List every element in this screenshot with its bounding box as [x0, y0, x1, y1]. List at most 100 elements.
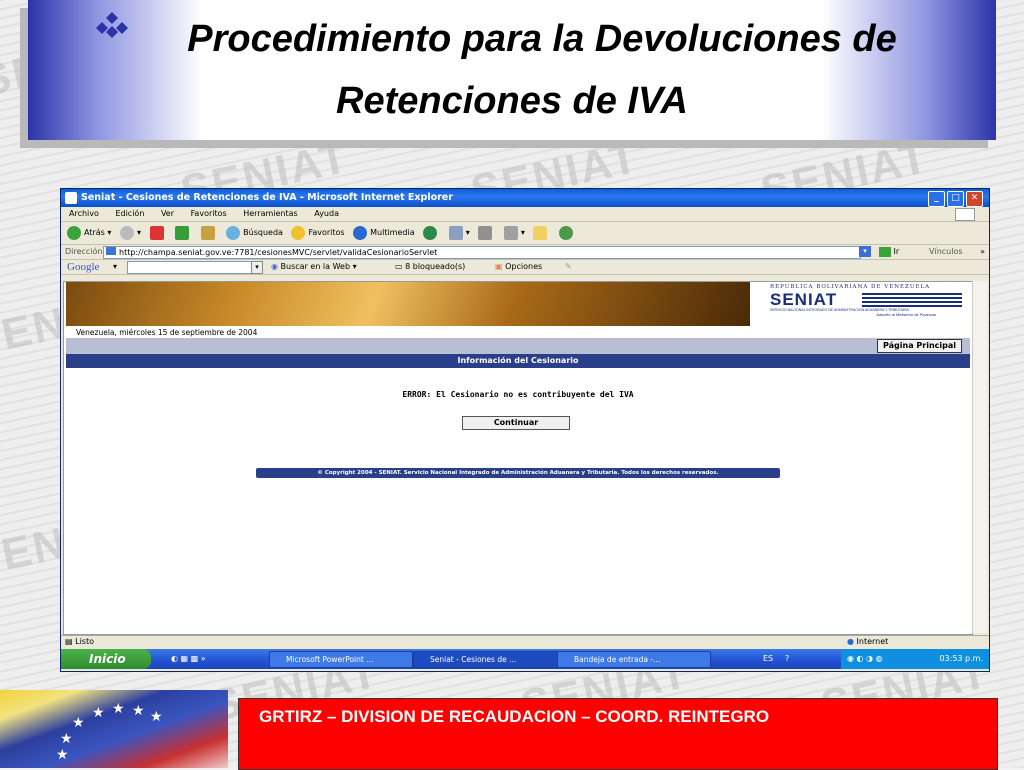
links-label[interactable]: Vínculos	[929, 245, 963, 259]
star-icon: ★	[56, 746, 69, 762]
error-message: ERROR: El Cesionario no es contribuyente…	[402, 390, 634, 399]
header-banner-image	[66, 282, 750, 326]
status-ready-label: Listo	[75, 637, 94, 646]
star-icon: ★	[150, 708, 163, 724]
popup-blocked-label: 8 bloqueado(s)	[405, 262, 466, 271]
menu-archivo[interactable]: Archivo	[69, 209, 99, 218]
slide-title-line2: Retenciones de IVA	[336, 80, 688, 122]
history-icon	[423, 225, 438, 240]
footer-text: GRTIRZ – DIVISION DE RECAUDACION – COORD…	[259, 707, 770, 726]
search-button[interactable]: Búsqueda	[226, 222, 283, 244]
google-logo[interactable]: Google	[67, 260, 99, 274]
back-button[interactable]: Atrás ▾	[67, 222, 111, 244]
copyright-bar: © Copyright 2004 - SENIAT. Servicio Naci…	[256, 468, 780, 478]
chevron-right-icon[interactable]: »	[980, 245, 985, 259]
back-arrow-icon	[67, 225, 81, 240]
mail-button[interactable]: ▾	[448, 222, 470, 244]
vertical-scrollbar[interactable]	[972, 281, 987, 633]
options-button[interactable]: ▣ Opciones	[495, 260, 542, 274]
continue-button[interactable]: Continuar	[462, 416, 570, 430]
taskbar-item-seniat[interactable]: Seniat - Cesiones de ...	[413, 651, 559, 668]
menu-bar: Archivo Edición Ver Favoritos Herramient…	[61, 207, 989, 222]
star-icon: ★	[112, 700, 125, 716]
globe-icon: ●	[847, 637, 854, 646]
section-title: Información del Cesionario	[66, 354, 970, 368]
start-button[interactable]: Inicio	[61, 649, 151, 669]
stop-button[interactable]	[149, 222, 167, 244]
address-input[interactable]: http://champa.seniat.gov.ve:7781/cesione…	[103, 246, 861, 259]
go-label: Ir	[893, 247, 900, 256]
menu-favoritos[interactable]: Favoritos	[191, 209, 227, 218]
maximize-button[interactable]: □	[947, 191, 964, 207]
favorites-button[interactable]: Favoritos	[291, 222, 345, 244]
menu-herramientas[interactable]: Herramientas	[243, 209, 298, 218]
refresh-icon	[175, 225, 190, 240]
edit-button[interactable]: ▾	[503, 222, 525, 244]
ie-icon	[65, 192, 77, 204]
binoculars-icon: ◉	[271, 262, 278, 271]
seniat-ministry: Adscrito al Ministerio de Finanzas	[876, 312, 936, 317]
clock: 03:53 p.m.	[939, 654, 983, 663]
messenger-button[interactable]	[558, 222, 576, 244]
taskbar-item-inbox[interactable]: Bandeja de entrada -...	[557, 651, 711, 668]
home-icon	[200, 225, 215, 240]
address-label: Dirección	[65, 247, 103, 256]
slide-title-box: Procedimiento para la Devoluciones de Re…	[28, 0, 996, 140]
address-bar: Dirección http://champa.seniat.gov.ve:77…	[61, 245, 989, 260]
status-zone-label: Internet	[856, 637, 889, 646]
search-web-button[interactable]: ◉ Buscar en la Web ▾	[271, 260, 357, 274]
refresh-button[interactable]	[175, 222, 192, 244]
taskbar-item-powerpoint[interactable]: Microsoft PowerPoint ...	[269, 651, 413, 668]
popup-blocked-button[interactable]: ▭ 8 bloqueado(s)	[395, 260, 465, 274]
page-icon	[106, 247, 116, 255]
pencil-icon[interactable]: ✎	[565, 260, 572, 274]
go-button[interactable]: Ir	[879, 245, 899, 259]
help-icon[interactable]: ?	[785, 649, 789, 669]
seniat-stripes	[862, 293, 962, 295]
minimize-button[interactable]: _	[928, 191, 945, 207]
google-toolbar: Google ▾ ▾ ◉ Buscar en la Web ▾ ▭ 8 bloq…	[61, 260, 989, 275]
address-url: http://champa.seniat.gov.ve:7781/cesione…	[119, 248, 438, 257]
seniat-logo: REPUBLICA BOLIVARIANA DE VENEZUELA SENIA…	[770, 284, 966, 324]
nav-strip: Página Principal	[66, 338, 970, 354]
address-dropdown-icon[interactable]: ▾	[859, 246, 871, 257]
windows-logo-icon	[955, 208, 975, 221]
search-label: Búsqueda	[243, 228, 283, 237]
folder-button[interactable]	[533, 222, 550, 244]
menu-edicion[interactable]: Edición	[115, 209, 144, 218]
multimedia-button[interactable]: Multimedia	[353, 222, 415, 244]
star-icon: ★	[92, 704, 105, 720]
language-indicator[interactable]: ES	[763, 649, 773, 669]
mail-icon	[448, 225, 463, 240]
menu-ver[interactable]: Ver	[161, 209, 174, 218]
browser-screenshot: Seniat - Cesiones de Retenciones de IVA …	[60, 188, 990, 672]
close-button[interactable]: ✕	[966, 191, 983, 207]
printer-icon	[478, 225, 493, 240]
footer-banner: GRTIRZ – DIVISION DE RECAUDACION – COORD…	[238, 698, 998, 770]
google-menu-icon[interactable]: ▾	[113, 260, 117, 274]
tray-icons[interactable]: ◉ ◐ ◑ ◍	[847, 649, 883, 669]
home-button[interactable]	[200, 222, 218, 244]
quick-launch-icons[interactable]: ◐ ▦ ▩ »	[171, 649, 206, 669]
print-button[interactable]	[478, 222, 495, 244]
forward-button[interactable]: ▾	[119, 222, 141, 244]
seniat-wordmark: SENIAT	[770, 290, 838, 309]
taskbar: Inicio ◐ ▦ ▩ » Microsoft PowerPoint ... …	[61, 649, 989, 669]
system-tray: ES ? ◉ ◐ ◑ ◍ 03:53 p.m.	[763, 649, 989, 669]
forward-arrow-icon	[119, 225, 134, 240]
status-ready: ▤ Listo	[65, 636, 94, 648]
home-page-button[interactable]: Página Principal	[877, 339, 962, 353]
messenger-icon	[558, 225, 573, 240]
menu-ayuda[interactable]: Ayuda	[314, 209, 339, 218]
web-page: REPUBLICA BOLIVARIANA DE VENEZUELA SENIA…	[63, 281, 973, 635]
star-icon: ★	[132, 702, 145, 718]
google-dropdown-icon[interactable]: ▾	[251, 261, 263, 274]
star-icon: ★	[60, 730, 73, 746]
page-status-icon: ▤	[65, 637, 73, 646]
history-button[interactable]	[423, 222, 440, 244]
venezuela-flag-image: ★ ★ ★ ★ ★ ★ ★	[0, 690, 228, 768]
slide-title-line1: Procedimiento para la Devoluciones de	[187, 18, 897, 60]
options-label: Opciones	[505, 262, 543, 271]
status-bar: ▤ Listo ● Internet	[61, 635, 989, 648]
google-search-input[interactable]	[127, 261, 253, 274]
